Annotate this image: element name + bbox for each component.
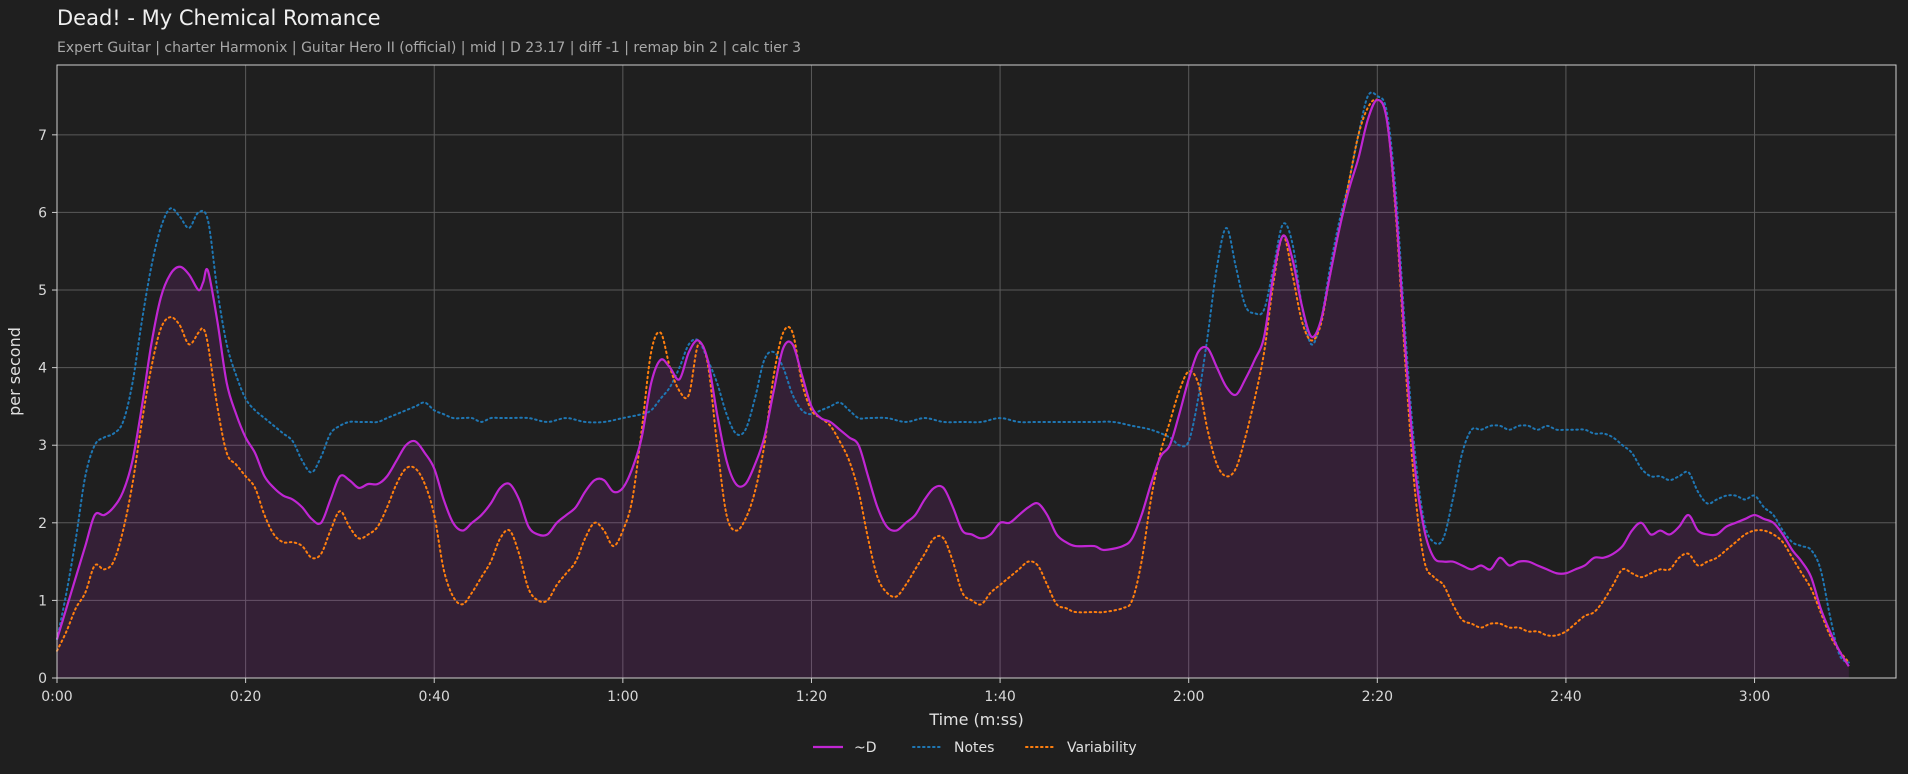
y-tick-label: 7 [38, 128, 47, 144]
x-tick-label: 2:20 [1362, 689, 1393, 705]
y-tick-label: 2 [38, 516, 47, 532]
series-area-0 [57, 99, 1849, 679]
chart-svg: 0:00 0:20 0:40 1:00 1:20 1:40 2:00 2:20 2:40 3:00… [5, 64, 1897, 756]
y-axis-label: per second [5, 327, 24, 416]
x-axis: 0:00 0:20 0:40 1:00 1:20 1:40 2:00 2:20 2:40 3:00 [41, 678, 1770, 705]
y-tick-label: 6 [38, 205, 47, 221]
x-axis-label: Time (m:ss) [928, 710, 1023, 729]
legend-label-0: ~D [854, 740, 877, 756]
x-tick-label: 2:00 [1173, 689, 1204, 705]
y-tick-label: 4 [38, 361, 47, 377]
y-tick-label: 5 [38, 283, 47, 299]
x-tick-label: 0:00 [41, 689, 72, 705]
y-axis: 0 1 2 3 4 5 6 7 [38, 128, 57, 687]
x-tick-label: 1:40 [984, 689, 1015, 705]
y-tick-label: 0 [38, 671, 47, 687]
x-tick-label: 2:40 [1550, 689, 1581, 705]
x-tick-label: 1:20 [796, 689, 827, 705]
plot-area [55, 91, 1850, 679]
y-tick-label: 1 [38, 593, 47, 609]
y-tick-label: 3 [38, 438, 47, 454]
x-tick-label: 0:20 [230, 689, 261, 705]
x-tick-label: 3:00 [1739, 689, 1770, 705]
x-tick-label: 0:40 [419, 689, 450, 705]
legend-label-2: Variability [1067, 740, 1137, 756]
legend-label-1: Notes [954, 740, 994, 756]
legend: ~D Notes Variability [813, 740, 1137, 756]
x-tick-label: 1:00 [607, 689, 638, 705]
